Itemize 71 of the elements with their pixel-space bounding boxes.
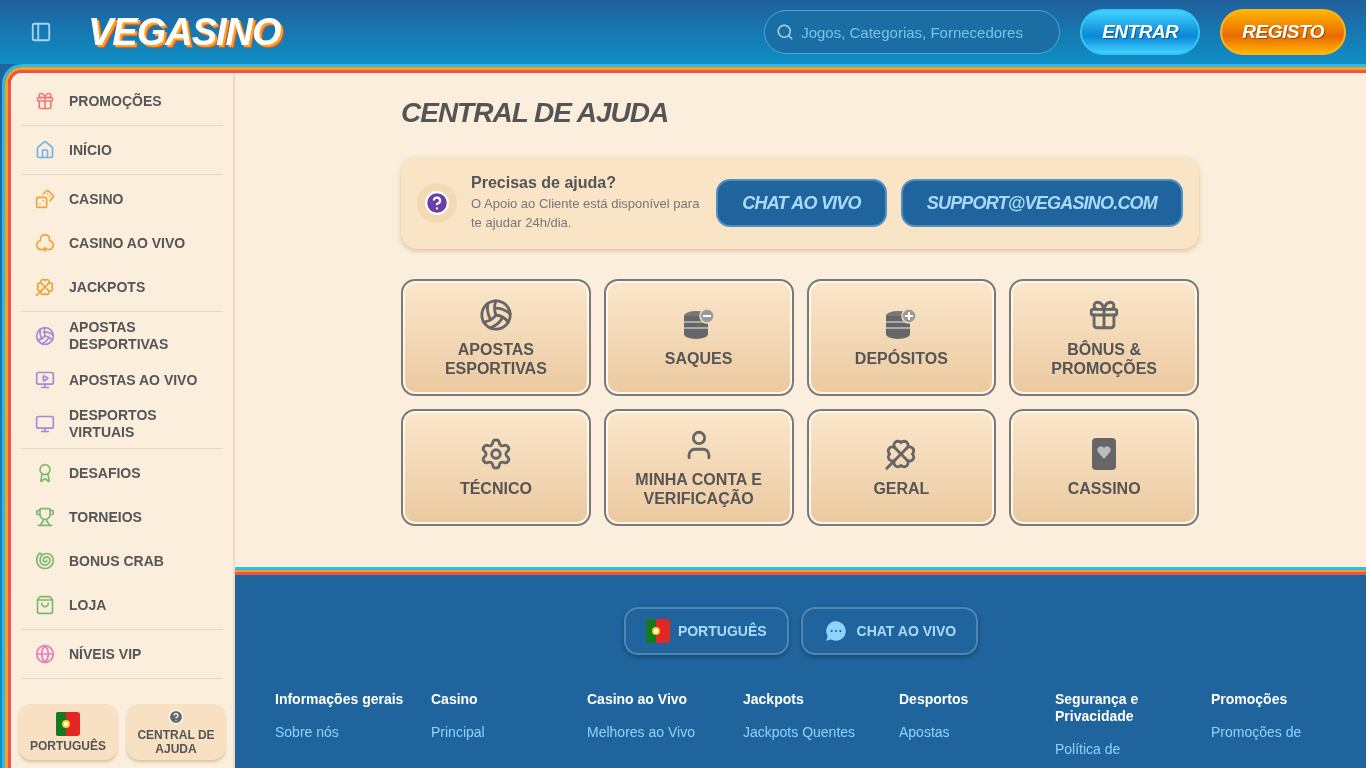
footer-link[interactable]: Apostas bbox=[899, 724, 1035, 741]
sidebar-item[interactable]: PROMOÇÕES bbox=[21, 79, 223, 123]
flag-icon bbox=[56, 711, 80, 736]
footer-heading: Informações gerais bbox=[275, 691, 405, 708]
search-field[interactable]: Jogos, Categorias, Fornecedores bbox=[764, 10, 1061, 54]
help-heading: Precisas de ajuda? bbox=[471, 174, 617, 192]
sidebar-item[interactable]: APOSTAS AO VIVO bbox=[21, 358, 223, 402]
live-chat-button[interactable]: CHAT AO VIVO bbox=[800, 607, 979, 655]
category-tile[interactable]: GERAL bbox=[806, 409, 997, 526]
footer-heading: Segurança e Privacidade bbox=[1055, 691, 1140, 725]
sidebar-toggle-icon[interactable] bbox=[30, 21, 52, 43]
help-text: O Apoio ao Cliente está disponível para te ajudar 24h/dia. bbox=[471, 195, 701, 232]
sidebar-item[interactable]: BONUS CRAB bbox=[21, 539, 223, 583]
footer-link[interactable]: Jackpots Quentes bbox=[743, 724, 879, 741]
sidebar-item-label: CASINO AO VIVO bbox=[69, 234, 186, 252]
coins-minus-icon bbox=[681, 307, 716, 341]
footer-heading: Casino bbox=[431, 691, 479, 708]
search-icon bbox=[776, 23, 795, 41]
category-tile[interactable]: APOSTAS ESPORTIVAS bbox=[401, 279, 591, 396]
sidebar-item-label: CASINO bbox=[69, 190, 124, 208]
sidebar-item[interactable]: INÍCIO bbox=[21, 128, 223, 172]
sidebar-item-label: NÍVEIS VIP bbox=[69, 645, 142, 663]
sidebar-item-label: JACKPOTS bbox=[69, 278, 146, 296]
sidebar-item-label: APOSTAS AO VIVO bbox=[69, 371, 198, 389]
sidebar-item[interactable]: CASINO bbox=[21, 177, 223, 221]
email-button[interactable]: SUPPORT@VEGASINO.COM bbox=[900, 179, 1183, 227]
sidebar-item-label: TORNEIOS bbox=[69, 508, 142, 526]
footer-link[interactable]: Promoções de bbox=[1211, 724, 1347, 741]
sidebar-item-label: BONUS CRAB bbox=[69, 552, 164, 570]
help-icon bbox=[168, 708, 184, 725]
sidebar-item[interactable]: TORNEIOS bbox=[21, 495, 223, 539]
sidebar-item[interactable]: LOJA bbox=[21, 583, 223, 627]
sidebar-item-label: INÍCIO bbox=[69, 141, 112, 159]
category-tile[interactable]: BÔNUS & PROMOÇÕES bbox=[1009, 279, 1199, 396]
sidebar-item-label: LOJA bbox=[69, 596, 107, 614]
help-center-button[interactable]: CENTRAL DE AJUDA bbox=[127, 704, 225, 760]
sidebar-item-label: PROMOÇÕES bbox=[69, 92, 162, 110]
question-icon bbox=[417, 183, 457, 223]
footer-link[interactable]: Principal bbox=[431, 724, 567, 741]
language-button[interactable]: PORTUGUÊS bbox=[19, 704, 117, 760]
language-button[interactable]: PORTUGUÊS bbox=[623, 607, 789, 655]
footer-link[interactable]: Sobre nós bbox=[275, 724, 411, 741]
footer-link[interactable]: Melhores ao Vivo bbox=[587, 724, 723, 741]
sidebar-item[interactable]: NÍVEIS VIP bbox=[21, 632, 223, 676]
sidebar-item-label: APOSTAS DESPORTIVAS bbox=[69, 319, 170, 353]
sidebar-item-label: DESPORTOS VIRTUAIS bbox=[69, 407, 158, 441]
ball-icon bbox=[478, 297, 513, 332]
live-chat-button[interactable]: CHAT AO VIVO bbox=[716, 179, 887, 227]
category-tile[interactable]: DEPÓSITOS bbox=[806, 279, 997, 396]
footer-heading: Promoções bbox=[1211, 691, 1289, 708]
login-button[interactable]: ENTRAR bbox=[1080, 9, 1201, 55]
register-button[interactable]: REGISTO bbox=[1220, 9, 1346, 55]
page-title: CENTRAL DE AJUDA bbox=[401, 97, 670, 129]
sidebar-item[interactable]: DESAFIOS bbox=[21, 451, 223, 495]
card-icon bbox=[1091, 437, 1118, 471]
category-tile[interactable]: CASSINO bbox=[1009, 409, 1199, 526]
sidebar-item[interactable]: JACKPOTS bbox=[21, 265, 223, 309]
footer-link[interactable]: Política de bbox=[1055, 741, 1191, 758]
sidebar-item[interactable]: CASINO AO VIVO bbox=[21, 221, 223, 265]
sidebar-item-label: DESAFIOS bbox=[69, 464, 141, 482]
footer-heading: Desportos bbox=[899, 691, 970, 708]
footer-heading: Casino ao Vivo bbox=[587, 691, 689, 708]
flag-icon bbox=[645, 619, 670, 643]
category-tile[interactable]: SAQUES bbox=[603, 279, 794, 396]
footer-heading: Jackpots bbox=[743, 691, 805, 708]
sidebar-item[interactable]: APOSTAS DESPORTIVAS bbox=[21, 314, 223, 358]
category-tile[interactable]: TÉCNICO bbox=[401, 409, 591, 526]
logo[interactable]: VEGASINO bbox=[88, 10, 281, 54]
coins-plus-icon bbox=[884, 307, 919, 341]
category-tile[interactable]: MINHA CONTA E VERIFICAÇÃO bbox=[603, 409, 794, 526]
sidebar-item[interactable]: DESPORTOS VIRTUAIS bbox=[21, 402, 223, 446]
